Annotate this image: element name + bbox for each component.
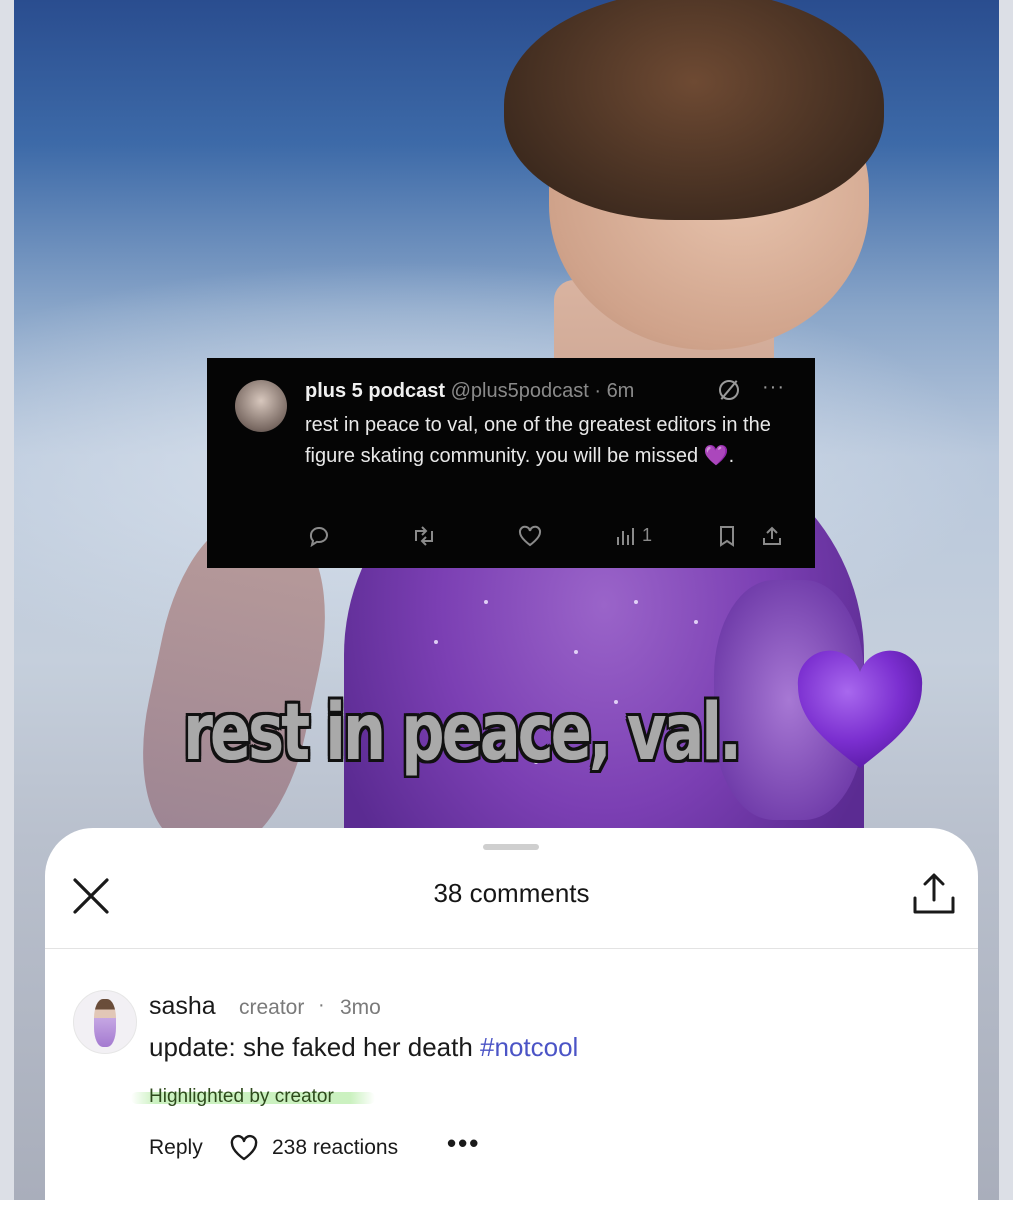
comment-username[interactable]: sasha (149, 992, 216, 1021)
tweet-share-icon (761, 520, 783, 550)
tweet-text: rest in peace to val, one of the greates… (305, 410, 805, 472)
comments-count-title: 38 comments (433, 878, 590, 908)
sparkle (694, 620, 698, 624)
bookmark-icon (717, 520, 737, 550)
like-icon (517, 520, 543, 550)
comments-sheet: 38 comments sasha creator · 3mo update: … (45, 828, 978, 1228)
grok-icon (719, 380, 739, 400)
highlighted-label: Highlighted by creator (149, 1086, 334, 1107)
tweet-header: plus 5 podcast @plus5podcast · 6m (305, 380, 634, 403)
tweet-body: rest in peace to val, one of the greates… (305, 414, 771, 467)
more-options-icon[interactable]: ••• (447, 1128, 480, 1159)
sparkle (484, 600, 488, 604)
left-edge-strip (0, 0, 14, 1200)
creator-badge: creator (239, 996, 305, 1019)
views-count: 1 (642, 525, 653, 545)
comment-separator: · (318, 994, 325, 1016)
heart-icon[interactable] (229, 1134, 259, 1162)
comment-text: update: she faked her death #notcool (149, 1032, 578, 1063)
reply-icon (307, 520, 331, 550)
tweet-time: 6m (606, 380, 635, 402)
avatar-figure (94, 999, 116, 1047)
sparkle (434, 640, 438, 644)
reply-button[interactable]: Reply (149, 1136, 203, 1160)
tweet-author-name: plus 5 podcast (305, 380, 446, 402)
tweet-handle: @plus5podcast (450, 380, 589, 402)
right-edge-strip (999, 0, 1013, 1200)
comment-body: update: she faked her death (149, 1032, 481, 1062)
tweet-card: plus 5 podcast @plus5podcast · 6m ··· re… (207, 358, 815, 568)
post-caption: rest in peace, val. (183, 688, 742, 778)
share-icon[interactable] (911, 872, 957, 916)
comment-time: 3mo (340, 996, 381, 1019)
reactions-count[interactable]: 238 reactions (272, 1136, 398, 1160)
avatar[interactable] (73, 990, 137, 1054)
tweet-avatar (235, 380, 287, 432)
sheet-divider (45, 948, 978, 949)
views-icon: 1 (615, 520, 652, 550)
tweet-actions: 1 (305, 520, 795, 550)
sheet-grabber[interactable] (483, 844, 539, 850)
skater-hair (504, 0, 884, 220)
purple-heart-emoji: 💜 (703, 445, 729, 467)
purple-heart-icon (797, 650, 923, 768)
tweet-text-end: . (728, 445, 735, 467)
retweet-icon (411, 520, 437, 550)
hashtag-link[interactable]: #notcool (480, 1032, 578, 1062)
sparkle (634, 600, 638, 604)
sparkle (574, 650, 578, 654)
tweet-more-icon: ··· (762, 376, 785, 398)
tweet-separator: · (594, 380, 601, 402)
